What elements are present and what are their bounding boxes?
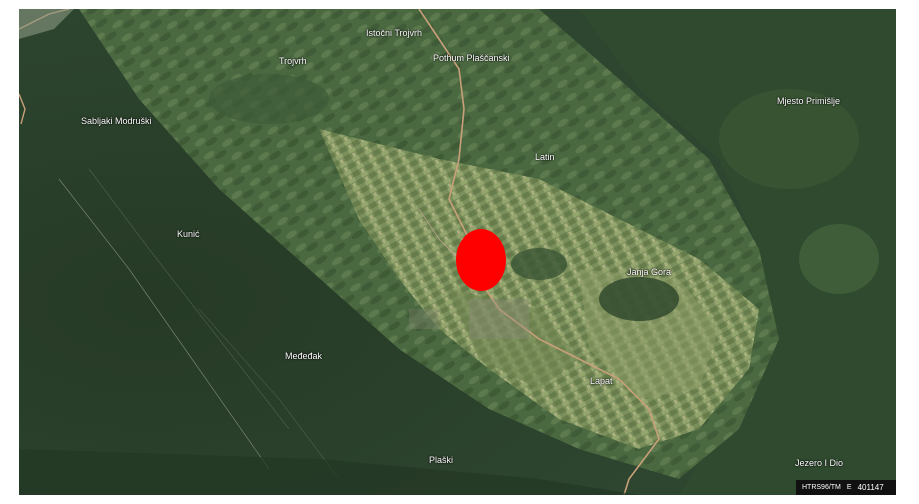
place-label-mededak: Međeđak <box>285 351 323 361</box>
red-ellipse-marker-icon <box>456 229 506 291</box>
place-label-istocni-trojvrh: Istočni Trojvrh <box>366 28 423 38</box>
place-label-lapat: Lapat <box>590 376 613 386</box>
figure-frame: Istočni Trojvrh Pothum Plaščanski Trojvr… <box>0 0 919 504</box>
cropped-caption-text <box>19 496 896 504</box>
place-label-latin: Latin <box>535 152 555 162</box>
place-label-sabljaki-modruski: Sabljaki Modruški <box>81 116 152 126</box>
place-label-mjesto-primislje: Mjesto Primišlje <box>777 96 841 106</box>
satellite-map[interactable]: Istočni Trojvrh Pothum Plaščanski Trojvr… <box>19 9 896 495</box>
place-label-trojvrh: Trojvrh <box>279 56 307 66</box>
place-label-janja-gora: Janja Gora <box>627 267 672 277</box>
place-label-kunic: Kunić <box>177 229 200 239</box>
coordinate-value: 401147 <box>857 483 884 492</box>
place-label-jezero-i-dio: Jezero I Dio <box>795 458 844 468</box>
place-label-plaski: Plaški <box>429 455 454 465</box>
coordinate-axis-label: E <box>846 484 852 491</box>
place-label-pothum-plascanski: Pothum Plaščanski <box>433 53 510 63</box>
coordinate-system-label: HTRS96/TM <box>802 484 841 491</box>
coordinate-readout: HTRS96/TM E 401147 <box>796 480 896 495</box>
